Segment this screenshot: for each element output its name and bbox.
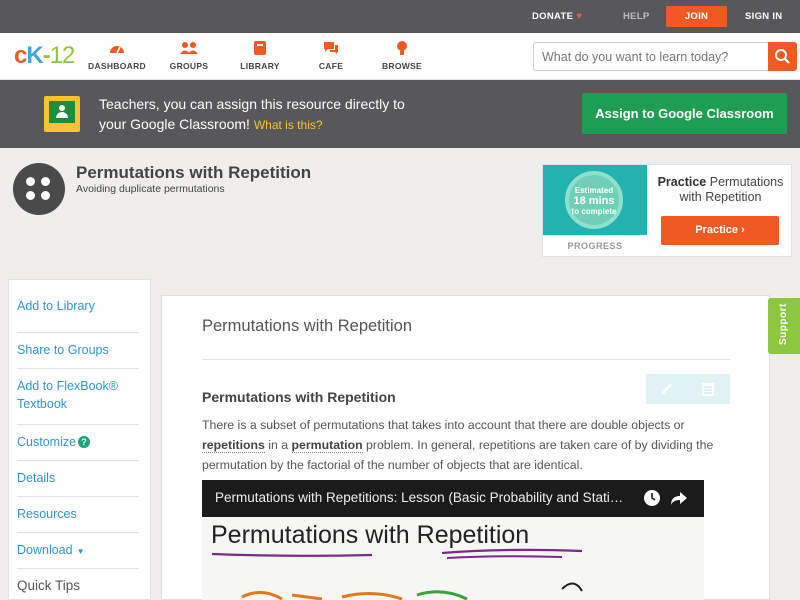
- content-title: Permutations with Repetition: [202, 317, 413, 335]
- share-arrow-icon[interactable]: [670, 489, 688, 507]
- concept-icon: [13, 163, 65, 215]
- details-link[interactable]: Details: [17, 469, 139, 497]
- page-subtitle: Avoiding duplicate permutations: [76, 183, 225, 195]
- donate-link[interactable]: DONATE ♥: [532, 0, 582, 33]
- support-tab[interactable]: Support: [768, 298, 800, 354]
- nav-groups-label: GROUPS: [169, 61, 209, 71]
- join-button[interactable]: JOIN: [666, 6, 727, 27]
- help-question-icon[interactable]: ?: [78, 436, 91, 448]
- teacher-message-line2: your Google Classroom!: [99, 116, 250, 132]
- donate-label: DONATE: [532, 11, 574, 22]
- add-to-flexbook-link[interactable]: Add to FlexBook® Textbook: [17, 377, 139, 425]
- nav-browse[interactable]: BROWSE: [370, 39, 434, 71]
- practice-card: Estimated 18 mins to complete PROGRESS P…: [542, 164, 792, 257]
- cafe-chat-icon: [324, 42, 338, 54]
- annotation-tools: [646, 374, 730, 404]
- search-box: [533, 42, 797, 71]
- share-to-groups-link[interactable]: Share to Groups: [17, 341, 139, 369]
- section-heading: Permutations with Repetition: [202, 389, 396, 405]
- lesson-paragraph: There is a subset of permutations that t…: [202, 418, 714, 472]
- ck12-logo[interactable]: cK-12: [14, 42, 75, 70]
- help-link[interactable]: HELP: [623, 0, 650, 33]
- resources-link[interactable]: Resources: [17, 505, 139, 533]
- divider: [202, 359, 730, 360]
- estimated-time-ring: Estimated 18 mins to complete: [565, 171, 623, 229]
- nav-dashboard[interactable]: DASHBOARD: [85, 39, 149, 71]
- main-nav: cK-12 DASHBOARD GROUPS LIBRARY CAFE BROW…: [0, 33, 800, 80]
- video-board-scribbles: [211, 548, 583, 600]
- vocab-link-repetitions[interactable]: repetitions: [202, 438, 265, 453]
- video-frame: Permutations with Repetition: [202, 517, 704, 600]
- nav-library[interactable]: LIBRARY: [228, 39, 292, 71]
- nav-cafe[interactable]: CAFE: [299, 39, 363, 71]
- caret-down-icon: ▼: [76, 547, 85, 556]
- browse-lightbulb-icon: [397, 41, 407, 55]
- what-is-this-link[interactable]: What is this?: [254, 118, 323, 132]
- search-button[interactable]: [768, 42, 797, 71]
- library-icon: [254, 41, 266, 55]
- download-link[interactable]: Download ▼: [17, 541, 139, 569]
- video-player[interactable]: Permutations with Repetitions: Lesson (B…: [202, 480, 704, 600]
- customize-link[interactable]: Customize?: [17, 433, 139, 461]
- left-sidebar: Add to Library Share to Groups Add to Fl…: [8, 279, 151, 600]
- chevron-right-icon: ›: [741, 224, 745, 236]
- support-label: Support: [778, 303, 789, 345]
- lesson-content: Permutations with Repetition Permutation…: [161, 295, 770, 600]
- add-to-library-link[interactable]: Add to Library: [17, 297, 139, 333]
- watch-later-clock-icon[interactable]: [643, 489, 661, 507]
- video-title[interactable]: Permutations with Repetitions: Lesson (B…: [215, 490, 640, 505]
- search-input[interactable]: [534, 43, 769, 70]
- nav-library-label: LIBRARY: [240, 61, 280, 71]
- page-title: Permutations with Repetition: [76, 163, 312, 182]
- nav-groups[interactable]: GROUPS: [157, 39, 221, 71]
- google-classroom-icon: [44, 96, 80, 132]
- teacher-message-line1: Teachers, you can assign this resource d…: [99, 96, 405, 112]
- nav-cafe-label: CAFE: [318, 61, 344, 71]
- nav-dashboard-label: DASHBOARD: [88, 61, 146, 71]
- teacher-message: Teachers, you can assign this resource d…: [99, 94, 439, 135]
- groups-icon: [180, 42, 198, 54]
- video-title-bar: Permutations with Repetitions: Lesson (B…: [202, 480, 704, 517]
- search-icon: [775, 49, 790, 64]
- note-icon[interactable]: [700, 380, 716, 398]
- heart-icon: ♥: [576, 11, 583, 22]
- practice-title: Practice Permutations with Repetition: [657, 175, 784, 204]
- progress-badge: Estimated 18 mins to complete: [543, 165, 647, 235]
- pencil-icon[interactable]: [658, 380, 674, 398]
- practice-button[interactable]: Practice ›: [661, 216, 779, 245]
- sign-in-link[interactable]: SIGN IN: [745, 0, 782, 33]
- assign-to-google-classroom-button[interactable]: Assign to Google Classroom: [582, 93, 787, 134]
- progress-label: PROGRESS: [567, 241, 623, 251]
- vocab-link-permutation[interactable]: permutation: [291, 438, 363, 453]
- dashboard-icon: [110, 46, 124, 54]
- nav-browse-label: BROWSE: [381, 61, 423, 71]
- top-utility-bar: DONATE ♥ HELP JOIN SIGN IN: [0, 0, 800, 33]
- quick-tips-heading[interactable]: Quick Tips: [17, 578, 80, 593]
